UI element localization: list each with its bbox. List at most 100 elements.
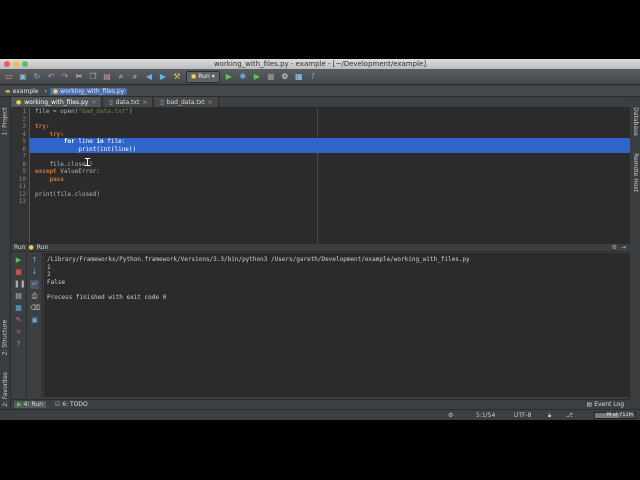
build-icon[interactable]: ⚒ [172, 72, 182, 82]
help-icon[interactable]: ? [14, 340, 23, 349]
tab-remote-host[interactable]: Remote Host [630, 147, 640, 197]
event-log-icon: ▤ [586, 401, 593, 408]
rerun-icon[interactable]: ▶ [14, 256, 23, 265]
run-toolbar-primary: ▶ ■ ❚❚ ▤ ▦ ✎ ✕ ? [11, 253, 27, 397]
lock-icon[interactable]: 🔒︎ [548, 412, 551, 420]
code-line: except ValueError: [35, 168, 101, 175]
tab-database[interactable]: Database [630, 101, 640, 141]
file-encoding[interactable]: UTF-8 [514, 412, 532, 419]
code-line: file.close() [35, 160, 93, 168]
dump-threads-icon[interactable]: ▦ [14, 304, 23, 313]
git-icon[interactable]: ⎇ [566, 412, 573, 419]
line-number: 5 [22, 138, 26, 145]
settings-icon[interactable]: ⚙ [280, 72, 290, 82]
print-icon[interactable]: ⎙ [30, 292, 39, 301]
line-number: 12 [18, 190, 26, 198]
pin-icon[interactable]: ✎ [14, 316, 23, 325]
sync-icon[interactable]: ↻ [32, 72, 42, 82]
clear-all-icon[interactable]: ⌫ [30, 304, 40, 313]
caret-position[interactable]: 5:1/54 [476, 412, 495, 419]
tab-working-with-files[interactable]: ● working_with_files.py × [11, 97, 103, 107]
line-number: 2 [22, 115, 26, 123]
run-configuration-select[interactable]: ● Run ▾ [186, 70, 220, 83]
close-icon[interactable]: × [91, 99, 96, 106]
tab-todo[interactable]: ☑ 6: TODO [52, 401, 91, 408]
run-icon: ▶ [17, 401, 22, 408]
restore-layout-icon[interactable]: ▤ [14, 292, 23, 301]
run-config-label: Run [198, 72, 210, 80]
folder-open-icon[interactable]: ▭ [4, 72, 14, 82]
python-file-icon: ● [52, 87, 59, 95]
console-line: 1 [47, 263, 51, 271]
code-line: try: [35, 123, 50, 130]
line-number: 4 [22, 130, 26, 138]
replace-icon[interactable]: ⌕ [130, 72, 140, 82]
tab-label: data.txt [115, 98, 140, 106]
navigation-bar: ▬ example › ● working_with_files.py [0, 86, 640, 97]
run-console-output[interactable]: /Library/Frameworks/Python.framework/Ver… [44, 253, 630, 397]
scroll-up-icon[interactable]: ↑ [30, 256, 39, 265]
stop-icon[interactable]: ■ [14, 268, 23, 277]
save-icon[interactable]: ▣ [18, 72, 28, 82]
status-settings-icon[interactable]: ⚙ [448, 412, 453, 419]
breadcrumb-file[interactable]: ● working_with_files.py [49, 87, 128, 95]
help-icon[interactable]: ? [308, 72, 318, 82]
line-number: 11 [18, 183, 26, 190]
status-bar: ⚙ 5:1/54 UTF-8 🔒︎ ⎇ M of 711M [0, 409, 640, 420]
tab-project[interactable]: 1: Project [0, 101, 10, 141]
breadcrumb-label: working_with_files.py [60, 87, 125, 95]
ide-window: working_with_files.py - example - [~/Dev… [0, 59, 640, 420]
run-panel-config: Run [36, 244, 49, 251]
tab-bad-data-txt[interactable]: ▯ bad_data.txt × [155, 97, 219, 107]
tab-run[interactable]: ▶ 4: Run [14, 401, 46, 408]
tab-label: working_with_files.py [24, 98, 89, 106]
run-panel-title: Run [14, 244, 26, 251]
redo-icon[interactable]: ↷ [60, 72, 70, 82]
code-line: try: [49, 130, 64, 138]
python-console-icon[interactable]: ▣ [30, 316, 39, 325]
memory-label: M of 711M [606, 412, 633, 418]
code-editor[interactable]: 1 2 3 4 5 6 7 8 9 10 11 12 13 file = ope… [11, 108, 630, 243]
line-number: 13 [18, 198, 26, 205]
coverage-icon[interactable]: ▶ [252, 72, 262, 82]
debug-icon[interactable]: ✱ [238, 72, 248, 82]
tab-event-log[interactable]: ▤ Event Log [587, 401, 630, 408]
console-line: False [47, 278, 66, 286]
python-icon: ● [28, 244, 34, 251]
line-number: 10 [18, 175, 26, 183]
python-file-icon: ● [16, 98, 22, 106]
find-icon[interactable]: ⌕ [116, 72, 126, 82]
gear-icon[interactable]: ⚙ [612, 244, 617, 251]
scroll-down-icon[interactable]: ↓ [30, 268, 39, 277]
cut-icon[interactable]: ✂ [74, 72, 84, 82]
hide-panel-icon[interactable]: ⇥ [621, 244, 626, 251]
run-icon[interactable]: ▶ [224, 72, 234, 82]
close-icon[interactable]: × [142, 99, 147, 106]
undo-icon[interactable]: ↶ [46, 72, 56, 82]
soft-wrap-icon[interactable]: ↵ [30, 280, 39, 289]
back-icon[interactable]: ◀ [144, 72, 154, 82]
copy-icon[interactable]: ❐ [88, 72, 98, 82]
bottom-tool-tabs: ▶ 4: Run ☑ 6: TODO ▤ Event Log [11, 399, 630, 409]
tab-favorites[interactable]: 2: Favorites [0, 367, 10, 412]
tab-label: 4: Run [23, 401, 43, 408]
line-number: 6 [22, 145, 26, 153]
console-line: 2 [47, 271, 51, 278]
close-icon[interactable]: × [208, 99, 213, 106]
chevron-right-icon: › [44, 87, 47, 95]
tab-label: Event Log [594, 401, 624, 408]
paste-icon[interactable]: ▤ [102, 72, 112, 82]
tab-structure[interactable]: 2: Structure [0, 312, 10, 362]
close-icon[interactable]: ✕ [14, 328, 23, 337]
breadcrumb-label: example [12, 87, 39, 95]
structure-icon[interactable]: ▦ [294, 72, 304, 82]
tab-data-txt[interactable]: ▯ data.txt × [104, 97, 154, 107]
breadcrumb-project[interactable]: ▬ example [2, 88, 42, 95]
stop-icon[interactable]: ■ [266, 72, 276, 82]
pause-icon[interactable]: ❚❚ [14, 280, 26, 289]
forward-icon[interactable]: ▶ [158, 72, 168, 82]
memory-indicator[interactable]: M of 711M [594, 412, 636, 419]
text-file-icon: ▯ [109, 98, 113, 106]
